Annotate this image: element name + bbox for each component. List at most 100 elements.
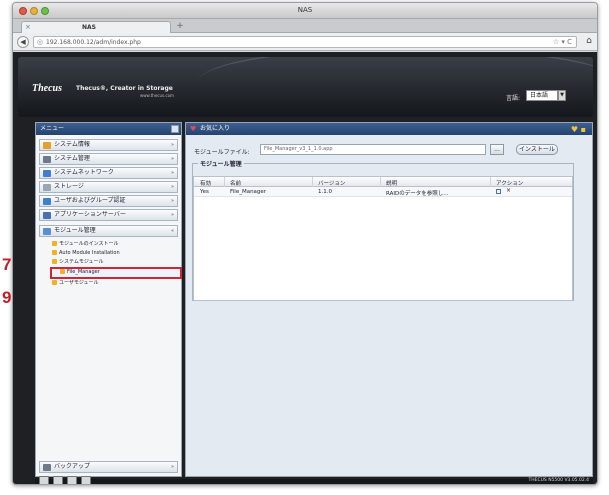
server-icon: [43, 212, 51, 219]
chevron-icon: »: [170, 156, 174, 162]
folder-icon: [52, 259, 57, 264]
tab-label: NAS: [82, 24, 96, 31]
chevron-icon: »: [170, 198, 174, 204]
collapse-icon[interactable]: [171, 125, 179, 133]
back-button[interactable]: ◀: [17, 36, 29, 48]
sidebar-item-label: アプリケーションサーバー: [54, 211, 126, 218]
nas-admin-page: Thecus Thecus®, Creator in Storage www.t…: [13, 52, 597, 484]
sidebar-item-users-groups[interactable]: ユーザおよびグループ認証 »: [39, 195, 178, 207]
step-callout-9: 9: [2, 288, 12, 307]
info-icon: [43, 142, 51, 149]
header-slogan: Thecus®, Creator in Storage: [76, 85, 173, 92]
sidebar-title: メニュー: [36, 123, 181, 135]
page-header: Thecus Thecus®, Creator in Storage www.t…: [18, 57, 593, 117]
sidebar-subitem-system-module[interactable]: システムモジュール: [52, 259, 104, 266]
cell-enabled: Yes: [200, 189, 209, 195]
tab-close-icon[interactable]: ×: [25, 23, 31, 31]
browser-tab[interactable]: × NAS: [21, 21, 171, 33]
bottom-toolbar: THECUS N5500 V3.05.02.4: [35, 476, 593, 484]
step-callout-7: 7: [2, 255, 12, 274]
sidebar-item-system-admin[interactable]: システム管理 »: [39, 153, 178, 165]
language-select[interactable]: 日本語: [526, 90, 558, 101]
tools-icon: [43, 156, 51, 163]
folder-icon: [52, 241, 57, 246]
column-header[interactable]: 説明: [386, 179, 397, 187]
table-row[interactable]: Yes File_Manager 1.1.0 RAIDのデータを参照し... ×: [194, 187, 572, 197]
column-header[interactable]: 名前: [230, 179, 241, 187]
column-divider: [312, 177, 313, 187]
delete-icon[interactable]: ×: [506, 187, 511, 194]
taskbar-icon-4[interactable]: [81, 476, 91, 484]
new-tab-button[interactable]: +: [173, 22, 187, 32]
sidebar-item-label: ユーザおよびグループ認証: [54, 197, 126, 204]
cell-version: 1.1.0: [318, 189, 332, 195]
chevron-icon: «: [170, 228, 174, 234]
chevron-icon: »: [170, 142, 174, 148]
module-icon: [43, 228, 51, 235]
navigation-bar: ◀ ◎ 192.168.000.12/adm/index.php ☆ ▾ C ⌂: [13, 33, 597, 51]
header-tools-icon[interactable]: ♥ ▪: [571, 124, 586, 136]
group-legend: モジュール管理: [198, 159, 244, 168]
browser-window: NAS × NAS + ◀ ◎ 192.168.000.12/adm/index…: [12, 2, 598, 485]
module-file-label: モジュールファイル:: [194, 149, 250, 156]
sidebar-item-label: ストレージ: [54, 183, 84, 190]
chevron-down-icon[interactable]: ▼: [558, 90, 566, 101]
sidebar-subitem-user-module[interactable]: ユーザモジュール: [52, 280, 99, 287]
chevron-icon: »: [170, 170, 174, 176]
taskbar-icon-3[interactable]: [67, 476, 77, 484]
column-header[interactable]: 有効: [200, 179, 211, 187]
sidebar-item-app-server[interactable]: アプリケーションサーバー »: [39, 209, 178, 221]
sidebar-item-label: バックアップ: [54, 463, 91, 470]
sidebar-subitem-auto-install[interactable]: Auto Module Installation: [52, 250, 120, 257]
column-divider: [224, 177, 225, 187]
column-header[interactable]: アクション: [496, 179, 523, 187]
browse-button[interactable]: ...: [490, 144, 504, 155]
chevron-icon: »: [170, 464, 174, 470]
window-title: NAS: [297, 6, 313, 14]
main-panel: ♥ お気に入り ♥ ▪ モジュールファイル: File_Manager_v3_1…: [185, 122, 593, 477]
sidebar-subitem-label: システムモジュール: [59, 259, 104, 265]
globe-icon: ◎: [37, 38, 44, 46]
column-divider: [380, 177, 381, 187]
main-panel-title: お気に入り: [200, 125, 231, 132]
folder-icon: [52, 250, 57, 255]
tab-bar: × NAS +: [13, 19, 597, 33]
module-file-input[interactable]: File_Manager_v3_1_1.0.app: [260, 144, 486, 155]
url-text[interactable]: 192.168.000.12/adm/index.php: [46, 39, 141, 46]
sidebar-subitem-file-manager[interactable]: File_Manager: [60, 269, 100, 276]
sidebar-item-system-info[interactable]: システム情報 »: [39, 139, 178, 151]
column-header[interactable]: バージョン: [318, 179, 345, 187]
main-panel-header: ♥ お気に入り ♥ ▪: [186, 123, 592, 135]
users-icon: [43, 198, 51, 205]
sidebar-item-module-management[interactable]: モジュール管理 «: [39, 225, 178, 237]
header-decoration: [198, 57, 593, 117]
sidebar-menu: メニュー システム情報 » システム管理 » システムネットワーク » ストレー…: [35, 122, 182, 477]
chevron-icon: »: [170, 212, 174, 218]
sidebar-subitem-label: File_Manager: [67, 269, 100, 275]
home-icon[interactable]: ⌂: [583, 36, 595, 48]
edit-icon[interactable]: [496, 189, 501, 194]
sidebar-item-label: システム情報: [54, 141, 90, 148]
language-label: 言語:: [506, 95, 521, 102]
title-bar: NAS: [13, 3, 597, 19]
sidebar-subitem-module-install[interactable]: モジュールのインストール: [52, 241, 119, 248]
storage-icon: [43, 184, 51, 191]
table-header: 有効 名前 バージョン 説明 アクション: [194, 177, 572, 187]
network-icon: [43, 170, 51, 177]
sidebar-item-network[interactable]: システムネットワーク »: [39, 167, 178, 179]
address-bar[interactable]: ◎ 192.168.000.12/adm/index.php ☆ ▾ C: [33, 36, 577, 48]
taskbar-icon-1[interactable]: [39, 476, 49, 484]
install-button[interactable]: インストール: [516, 144, 558, 155]
backup-icon: [43, 464, 51, 471]
reload-icon[interactable]: ☆ ▾ C: [553, 38, 572, 46]
sidebar-item-backup[interactable]: バックアップ »: [39, 461, 178, 473]
taskbar-icon-2[interactable]: [53, 476, 63, 484]
sidebar-item-storage[interactable]: ストレージ »: [39, 181, 178, 193]
chevron-icon: »: [170, 184, 174, 190]
heart-icon: ♥: [190, 125, 197, 133]
sidebar-subitem-label: モジュールのインストール: [59, 241, 119, 247]
sidebar-subitem-label: Auto Module Installation: [59, 250, 120, 256]
column-divider: [490, 177, 491, 187]
firmware-version: THECUS N5500 V3.05.02.4: [528, 478, 590, 483]
sidebar-item-label: システムネットワーク: [54, 169, 114, 176]
